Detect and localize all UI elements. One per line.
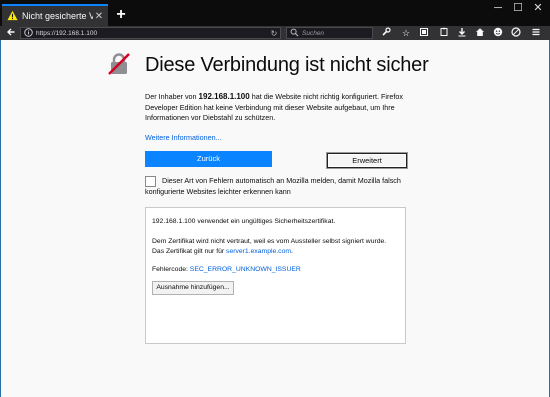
close-window-button[interactable]: ✕ bbox=[528, 0, 548, 18]
search-bar[interactable]: Suchen bbox=[286, 27, 373, 39]
error-code-line: Fehlercode: SEC_ERROR_UNKNOWN_ISSUER bbox=[152, 265, 301, 275]
description-prefix: Der Inhaber von bbox=[145, 92, 199, 101]
page-title: Diese Verbindung ist nicht sicher bbox=[145, 54, 429, 76]
hostname: 192.168.1.100 bbox=[198, 92, 250, 101]
url-bar[interactable]: https://192.168.1.100 ↻ bbox=[20, 27, 281, 39]
url-text[interactable]: https://192.168.1.100 bbox=[36, 30, 268, 37]
cert-valid-for-text: Das Zertifikat gilt nur für server1.exam… bbox=[152, 247, 293, 257]
download-icon[interactable] bbox=[456, 27, 468, 39]
search-placeholder: Suchen bbox=[302, 29, 325, 37]
reload-icon[interactable]: ↻ bbox=[268, 29, 280, 38]
wrench-icon[interactable] bbox=[380, 27, 392, 39]
report-checkbox-label: Dieser Art von Fehlern automatisch an Mo… bbox=[145, 176, 401, 196]
go-back-button[interactable]: Zurück bbox=[145, 151, 272, 167]
tab-close-icon[interactable]: ✕ bbox=[93, 11, 105, 22]
cert-invalid-text: 192.168.1.100 verwendet ein ungültiges S… bbox=[152, 218, 336, 225]
hamburger-menu-icon[interactable] bbox=[530, 27, 542, 39]
advanced-panel: 192.168.1.100 verwendet ein ungültiges S… bbox=[145, 207, 406, 344]
screenshot-icon[interactable] bbox=[510, 27, 522, 39]
broken-lock-icon bbox=[108, 53, 130, 75]
tab-title: Nicht gesicherte Verbindu... bbox=[22, 11, 93, 21]
home-icon[interactable] bbox=[474, 27, 486, 39]
error-code-link[interactable]: SEC_ERROR_UNKNOWN_ISSUER bbox=[190, 266, 301, 273]
minimize-button[interactable]: ─ bbox=[488, 0, 508, 18]
warning-icon bbox=[7, 10, 19, 22]
account-icon[interactable] bbox=[492, 27, 504, 39]
maximize-button[interactable]: ☐ bbox=[508, 0, 528, 18]
cert-domain-link[interactable]: server1.example.com bbox=[226, 248, 291, 255]
info-icon[interactable] bbox=[24, 28, 34, 38]
navigation-toolbar: https://192.168.1.100 ↻ Suchen ☆ bbox=[0, 26, 550, 40]
cert-valid-suffix: . bbox=[291, 248, 293, 255]
tab-active[interactable]: Nicht gesicherte Verbindu... ✕ bbox=[2, 4, 108, 26]
error-description: Der Inhaber von 192.168.1.100 hat die We… bbox=[145, 92, 410, 124]
error-code-label: Fehlercode: bbox=[152, 266, 190, 273]
pocket-icon[interactable] bbox=[438, 27, 450, 39]
bookmark-star-icon[interactable]: ☆ bbox=[400, 27, 412, 39]
library-icon[interactable] bbox=[418, 27, 430, 39]
more-info-link[interactable]: Weitere Informationen... bbox=[145, 133, 222, 142]
back-arrow-icon[interactable] bbox=[5, 27, 17, 39]
tab-strip: Nicht gesicherte Verbindu... ✕ + ─ ☐ ✕ bbox=[0, 0, 550, 26]
cert-untrusted-text: Dem Zertifikat wird nicht vertraut, weil… bbox=[152, 238, 387, 245]
advanced-button[interactable]: Erweitert bbox=[327, 153, 407, 168]
search-icon bbox=[290, 28, 300, 38]
add-exception-button[interactable]: Ausnahme hinzufügen... bbox=[152, 281, 234, 295]
cert-valid-prefix: Das Zertifikat gilt nur für bbox=[152, 248, 227, 255]
browser-window: Nicht gesicherte Verbindu... ✕ + ─ ☐ ✕ h… bbox=[0, 0, 550, 397]
new-tab-button[interactable]: + bbox=[112, 6, 130, 24]
